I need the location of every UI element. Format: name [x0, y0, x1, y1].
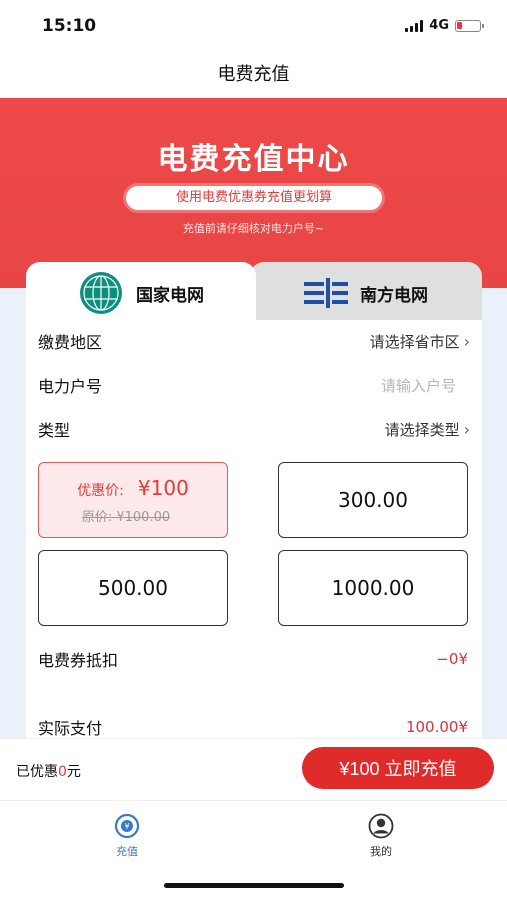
page-title: 电费充值	[217, 64, 290, 85]
promo-price: ¥100	[137, 475, 189, 500]
svg-text:¥: ¥	[124, 822, 129, 831]
tab-state-grid[interactable]: 国家电网	[26, 262, 256, 324]
china-southern-grid-logo-icon	[304, 278, 348, 308]
recharge-form-card: 缴费地区 请选择省市区 › 电力户号 请输入户号 类型 请选择类型 › 优惠价:…	[26, 320, 482, 740]
coupon-row: 电费券抵扣 −0¥	[38, 644, 470, 674]
actual-pay-value: 100.00¥	[405, 718, 468, 736]
actual-pay-label: 实际支付	[38, 719, 103, 738]
amount-option-selected[interactable]: 优惠价: ¥100 原价: ¥100.00	[38, 462, 228, 538]
hero-banner: 电费充值中心 使用电费优惠券充值更划算 充值前请仔细核对电力户号~	[0, 98, 507, 288]
tabbar-label: 我的	[370, 845, 392, 858]
tab-label: 南方电网	[360, 285, 428, 306]
region-value: 请选择省市区	[369, 332, 460, 351]
home-indicator	[164, 883, 344, 888]
chevron-right-icon: ›	[463, 419, 470, 439]
chevron-right-icon: ›	[463, 331, 470, 351]
tab-china-southern-grid[interactable]: 南方电网	[250, 262, 482, 324]
saved-suffix: 元	[66, 764, 81, 780]
recharge-icon: ¥	[114, 813, 140, 839]
status-time: 15:10	[42, 16, 97, 36]
tabbar-item-mine[interactable]: 我的	[341, 813, 421, 859]
account-input[interactable]: 请输入户号	[381, 375, 456, 396]
promo-label: 优惠价:	[77, 482, 124, 499]
type-selector[interactable]: 请选择类型 ›	[385, 419, 470, 440]
battery-icon	[455, 19, 484, 32]
tabbar-label: 充值	[116, 845, 138, 858]
hero-coupon-pill: 使用电费优惠券充值更划算	[126, 186, 382, 210]
tabbar-item-recharge[interactable]: ¥ 充值	[87, 813, 167, 859]
amount-option[interactable]: 1000.00	[278, 550, 468, 626]
coupon-value: −0¥	[436, 650, 468, 668]
hero-title: 电费充值中心	[157, 142, 350, 177]
checkout-bar: 已优惠0元 ¥100 立即充值	[0, 738, 507, 800]
tab-label: 国家电网	[136, 285, 204, 306]
account-row: 电力户号 请输入户号	[38, 370, 470, 400]
saved-amount-text: 已优惠0元	[16, 761, 81, 781]
coupon-label: 电费券抵扣	[38, 651, 119, 670]
region-label: 缴费地区	[38, 333, 103, 352]
hero-note: 充值前请仔细核对电力户号~	[182, 222, 325, 235]
region-selector[interactable]: 请选择省市区 ›	[370, 331, 470, 352]
user-icon	[368, 813, 394, 839]
type-label: 类型	[38, 421, 71, 440]
region-row[interactable]: 缴费地区 请选择省市区 ›	[38, 326, 470, 356]
original-price: 原价: ¥100.00	[81, 509, 171, 525]
saved-prefix: 已优惠	[16, 764, 58, 780]
state-grid-logo-icon	[80, 272, 122, 314]
saved-amount: 0	[58, 764, 67, 780]
status-bar: 15:10 4G	[0, 0, 507, 52]
network-type: 4G	[429, 18, 449, 33]
type-row[interactable]: 类型 请选择类型 ›	[38, 414, 470, 444]
account-label: 电力户号	[38, 377, 103, 396]
amount-option[interactable]: 500.00	[38, 550, 228, 626]
signal-icon	[405, 19, 424, 32]
amount-option[interactable]: 300.00	[278, 462, 468, 538]
type-value: 请选择类型	[384, 420, 460, 439]
status-indicators: 4G	[405, 18, 484, 33]
recharge-now-button[interactable]: ¥100 立即充值	[302, 747, 494, 789]
